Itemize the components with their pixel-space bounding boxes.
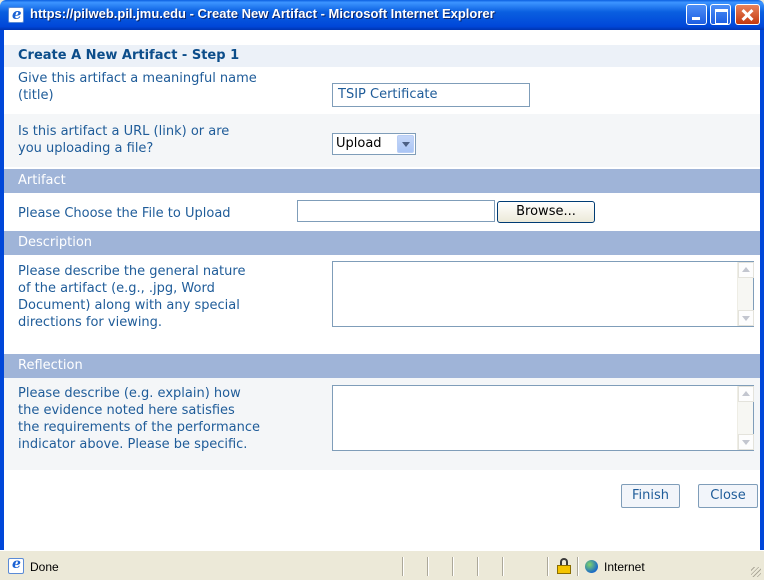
scroll-up-icon[interactable] xyxy=(738,386,754,402)
close-button[interactable]: Close xyxy=(698,484,758,508)
status-divider xyxy=(577,557,579,576)
file-label: Please Choose the File to Upload xyxy=(18,206,231,221)
window-close-button[interactable] xyxy=(735,4,760,25)
status-divider xyxy=(427,557,429,576)
maximize-button[interactable] xyxy=(710,4,731,25)
page-content: Create A New Artifact - Step 1 Give this… xyxy=(4,30,760,550)
globe-icon xyxy=(585,560,598,573)
status-divider xyxy=(547,557,549,576)
reflection-label: Please describe (e.g. explain) how the e… xyxy=(18,386,260,452)
file-path-input[interactable] xyxy=(297,200,495,222)
status-divider xyxy=(452,557,454,576)
description-scrollbar[interactable] xyxy=(737,262,754,326)
scroll-up-icon[interactable] xyxy=(738,262,754,278)
resize-grip[interactable] xyxy=(751,567,761,577)
minimize-button[interactable] xyxy=(686,4,707,25)
reflection-scrollbar[interactable] xyxy=(737,386,754,450)
status-divider xyxy=(402,557,404,576)
description-section-header: Description xyxy=(4,231,760,255)
chevron-down-icon[interactable] xyxy=(397,135,414,153)
status-divider xyxy=(502,557,504,576)
status-divider xyxy=(477,557,479,576)
artifact-type-select[interactable]: Upload xyxy=(332,133,416,155)
reflection-textarea[interactable] xyxy=(332,385,754,451)
lock-icon[interactable] xyxy=(557,558,571,574)
window-title: https://pilweb.pil.jmu.edu - Create New … xyxy=(30,6,495,21)
window-titlebar[interactable]: https://pilweb.pil.jmu.edu - Create New … xyxy=(0,0,764,30)
scroll-down-icon[interactable] xyxy=(738,434,754,450)
internet-explorer-icon xyxy=(8,5,24,23)
finish-button[interactable]: Finish xyxy=(621,484,680,508)
window-border-right xyxy=(760,30,764,550)
artifact-type-value: Upload xyxy=(336,136,382,151)
title-input[interactable]: TSIP Certificate xyxy=(332,83,530,107)
description-textarea[interactable] xyxy=(332,261,754,327)
status-text: Done xyxy=(30,560,59,574)
security-zone-text: Internet xyxy=(604,560,645,574)
form-heading: Create A New Artifact - Step 1 xyxy=(4,45,760,67)
artifact-section-header: Artifact xyxy=(4,169,760,193)
browse-button[interactable]: Browse... xyxy=(497,201,595,223)
title-label: Give this artifact a meaningful name (ti… xyxy=(18,71,257,103)
type-label: Is this artifact a URL (link) or are you… xyxy=(18,124,230,156)
description-label: Please describe the general nature of th… xyxy=(18,264,246,330)
status-bar: Done Internet xyxy=(0,550,764,580)
reflection-section-header: Reflection xyxy=(4,354,760,378)
scroll-down-icon[interactable] xyxy=(738,310,754,326)
page-done-icon xyxy=(8,556,24,574)
